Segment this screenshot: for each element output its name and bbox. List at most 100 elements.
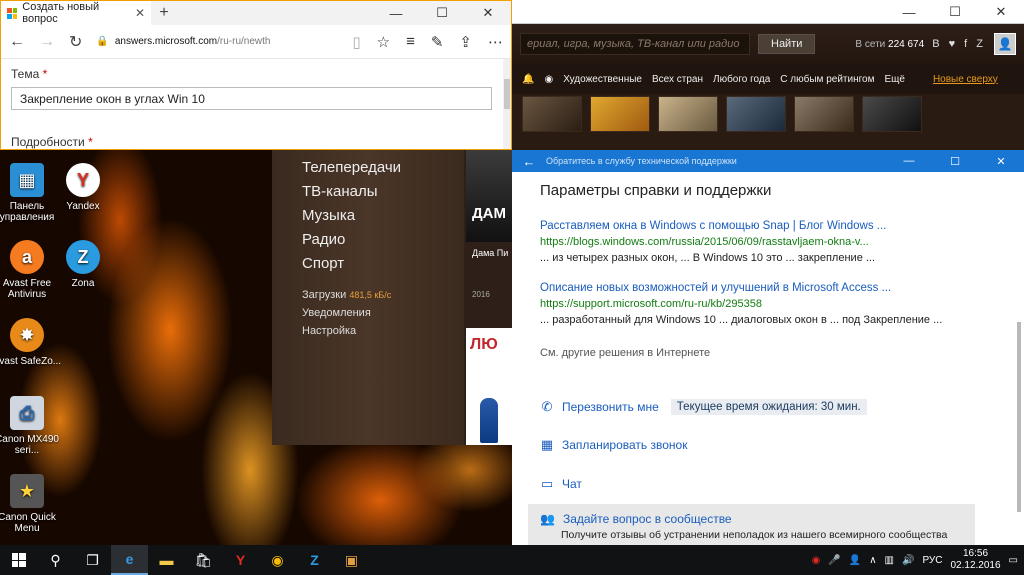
refresh-icon[interactable]: ↻: [69, 32, 82, 52]
online-label: В сети: [855, 38, 886, 50]
maximize-button[interactable]: ☐: [932, 155, 978, 168]
language-indicator[interactable]: РУС: [922, 555, 942, 566]
user-avatar[interactable]: 👤: [994, 33, 1016, 55]
menu-item-tv-channels[interactable]: ТВ-каналы: [302, 183, 378, 200]
site-search-input[interactable]: ериал, игра, музыка, ТВ-канал или радио: [520, 33, 750, 55]
menu-item-tv-programs[interactable]: Телепередачи: [302, 159, 401, 176]
maximize-button[interactable]: ☐: [932, 0, 978, 24]
find-button[interactable]: Найти: [758, 34, 816, 54]
task-view-icon[interactable]: ❐: [74, 545, 111, 575]
start-button[interactable]: [0, 545, 37, 575]
desktop-icon-label: Avast SafeZo...: [0, 356, 62, 367]
more-solutions-link[interactable]: См. другие решения в Интернете: [540, 347, 710, 359]
forward-icon[interactable]: →: [39, 33, 55, 51]
movie-poster[interactable]: [794, 96, 854, 132]
taskbar-yandex-icon[interactable]: Y: [222, 545, 259, 575]
bell-icon[interactable]: 🔔: [522, 74, 534, 85]
close-button[interactable]: ✕: [978, 155, 1024, 168]
search-icon[interactable]: ⚲: [37, 545, 74, 575]
minimize-button[interactable]: —: [886, 155, 932, 167]
network-icon[interactable]: ▥: [885, 555, 894, 566]
result-url[interactable]: https://support.microsoft.com/ru-ru/kb/2…: [540, 298, 900, 310]
web-note-icon[interactable]: ✎: [431, 33, 444, 51]
support-scrollbar[interactable]: [1014, 172, 1024, 545]
more-icon[interactable]: ⋯: [488, 33, 503, 51]
movie-poster[interactable]: [726, 96, 786, 132]
poster-strip: [512, 94, 1024, 134]
page-scrollbar[interactable]: [503, 59, 511, 149]
scroll-thumb[interactable]: [1017, 322, 1021, 512]
desktop-icon-zona[interactable]: Z Zona: [48, 240, 118, 289]
close-tab-icon[interactable]: ✕: [135, 6, 145, 20]
new-tab-button[interactable]: +: [151, 4, 177, 22]
url-field[interactable]: 🔒 answers.microsoft.com/ru-ru/newth: [96, 36, 276, 47]
taskbar-app-icon[interactable]: ▣: [333, 545, 370, 575]
volume-icon[interactable]: 🔊: [902, 555, 914, 566]
callback-option[interactable]: ✆ Перезвонить мне Текущее время ожидания…: [540, 399, 867, 415]
menu-item-sport[interactable]: Спорт: [302, 255, 344, 272]
desktop-icon-canon-printer[interactable]: ⎙ Canon MX490 seri...: [0, 396, 62, 456]
movie-card-title[interactable]: Дама Пи: [472, 248, 512, 258]
movie-poster[interactable]: [590, 96, 650, 132]
back-icon[interactable]: ←: [512, 154, 546, 169]
menu-item-notifications[interactable]: Уведомления: [302, 307, 371, 319]
movie-card[interactable]: ДАМ: [466, 150, 512, 242]
online-counter: В сети 224 674: [855, 39, 924, 50]
movie-poster[interactable]: [862, 96, 922, 132]
result-title-link[interactable]: Описание новых возможностей и улучшений …: [540, 282, 900, 294]
menu-item-settings[interactable]: Настройка: [302, 325, 356, 337]
windows-start-icon: [11, 553, 26, 567]
yandex-search-icon[interactable]: ◉: [812, 555, 821, 566]
subject-input[interactable]: Закрепление окон в углах Win 10: [11, 87, 492, 110]
taskbar-explorer-icon[interactable]: ▬: [148, 545, 185, 575]
people-tray-icon[interactable]: 👤: [849, 555, 861, 566]
reading-view-icon[interactable]: ▯: [352, 33, 360, 51]
schedule-call-option[interactable]: ▦ Запланировать звонок: [540, 437, 688, 452]
filter-genre[interactable]: Художественные: [563, 74, 642, 85]
taskbar: ⚲ ❐ e ▬ 🛍 Y ◉ Z ▣ ◉ 🎤 👤 ∧ ▥ 🔊 РУС 16:56 …: [0, 545, 1024, 575]
movie-card[interactable]: ЛЮ: [466, 328, 512, 445]
desktop-icon-avast-safezone[interactable]: ✸ Avast SafeZo...: [0, 318, 62, 367]
hub-icon[interactable]: ≡: [406, 33, 415, 51]
taskbar-store-icon[interactable]: 🛍: [185, 545, 222, 575]
notifications-icon[interactable]: ▭: [1009, 555, 1018, 566]
taskbar-edge-icon[interactable]: e: [111, 545, 148, 575]
taskbar-chrome-icon[interactable]: ◉: [259, 545, 296, 575]
menu-item-music[interactable]: Музыка: [302, 207, 355, 224]
filter-year[interactable]: Любого года: [713, 74, 770, 85]
result-url[interactable]: https://blogs.windows.com/russia/2015/06…: [540, 236, 900, 248]
favorite-star-icon[interactable]: ☆: [377, 33, 390, 51]
close-button[interactable]: ✕: [978, 0, 1024, 24]
movie-poster[interactable]: [522, 96, 582, 132]
community-option[interactable]: 👥 Задайте вопрос в сообществе Получите о…: [528, 504, 975, 545]
movie-site-window: — ☐ ✕ ериал, игра, музыка, ТВ-канал или …: [512, 0, 1024, 150]
clock[interactable]: 16:56 02.12.2016: [950, 548, 1000, 572]
back-icon[interactable]: ←: [9, 33, 25, 51]
desktop-icon-canon-quick-menu[interactable]: ★ Canon Quick Menu: [0, 474, 62, 534]
microphone-icon[interactable]: 🎤: [828, 555, 840, 566]
chat-option[interactable]: ▭ Чат: [540, 476, 582, 491]
social-links[interactable]: В ♥ f Z: [932, 38, 986, 50]
community-subtitle: Получите отзывы об устранении неполадок …: [561, 529, 948, 541]
share-icon[interactable]: ⇪: [459, 33, 472, 51]
result-title-link[interactable]: Расставляем окна в Windows с помощью Sna…: [540, 220, 900, 232]
desktop-icon-yandex[interactable]: Y Yandex: [48, 163, 118, 212]
scroll-thumb[interactable]: [504, 79, 510, 109]
filter-rating[interactable]: С любым рейтингом: [780, 74, 874, 85]
menu-item-downloads[interactable]: Загрузки 481,5 кБ/с: [302, 289, 391, 301]
minimize-button[interactable]: —: [373, 1, 419, 25]
maximize-button[interactable]: ☐: [419, 1, 465, 25]
filter-more[interactable]: Ещё: [884, 74, 904, 85]
chevron-up-icon[interactable]: ∧: [869, 555, 876, 566]
filter-country[interactable]: Всех стран: [652, 74, 703, 85]
close-button[interactable]: ✕: [465, 1, 511, 25]
taskbar-zona-icon[interactable]: Z: [296, 545, 333, 575]
eye-icon[interactable]: ◉: [544, 74, 553, 85]
chat-icon: ▭: [540, 476, 554, 491]
menu-item-radio[interactable]: Радио: [302, 231, 345, 248]
movie-poster[interactable]: [658, 96, 718, 132]
browser-tab[interactable]: Создать новый вопрос ✕: [1, 1, 151, 25]
sort-newest[interactable]: Новые сверху: [933, 74, 998, 85]
result-snippet: ... из четырех разных окон, ... В Window…: [540, 252, 876, 264]
minimize-button[interactable]: —: [886, 0, 932, 24]
